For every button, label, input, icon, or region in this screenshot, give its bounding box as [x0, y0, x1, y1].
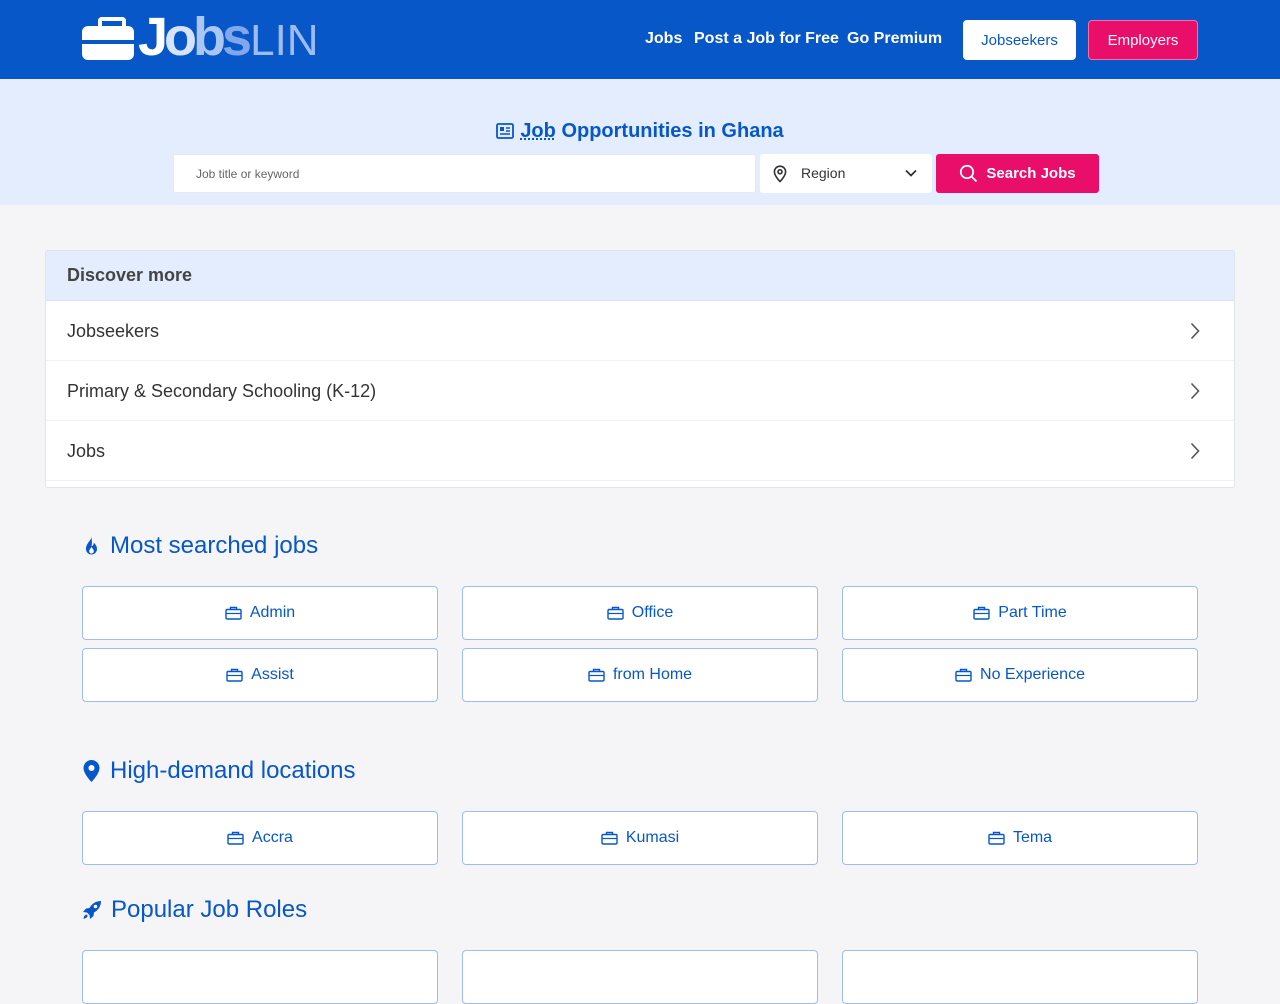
site-logo[interactable]: JobsLIN — [82, 7, 319, 67]
briefcase-outline-icon — [226, 668, 243, 682]
search-jobs-button[interactable]: Search Jobs — [936, 154, 1099, 193]
briefcase-outline-icon — [225, 606, 242, 620]
job-tag-label: Assist — [251, 666, 294, 683]
job-tag-label: Admin — [249, 604, 296, 621]
location-pin-icon — [773, 165, 787, 183]
hero-title-text: Opportunities in Ghana — [561, 120, 784, 142]
job-tag-from-home[interactable]: from Home — [462, 648, 818, 702]
chevron-down-icon — [905, 169, 917, 177]
job-tag-office[interactable]: Office — [462, 586, 818, 640]
discover-item-label: Jobseekers — [67, 321, 160, 341]
location-tag-label: Kumasi — [625, 829, 680, 846]
discover-item-jobseekers[interactable]: Jobseekers — [46, 301, 1234, 361]
briefcase-outline-icon — [607, 606, 624, 620]
briefcase-outline-icon — [601, 831, 618, 845]
job-search-input[interactable] — [173, 154, 756, 193]
job-tag-label: No Experience — [980, 666, 1085, 683]
discover-item-jobs[interactable]: Jobs — [46, 421, 1234, 481]
hero-title: Job Opportunities in Ghana — [0, 120, 1280, 143]
chevron-right-icon — [1190, 322, 1200, 340]
chevron-right-icon — [1190, 442, 1200, 460]
nav-link-post-job[interactable]: Post a Job for Free — [694, 30, 839, 48]
newspaper-icon — [496, 123, 515, 139]
job-tag-label: Office — [631, 604, 674, 621]
region-select[interactable]: Region — [760, 154, 932, 193]
logo-wordmark: JobsLIN — [138, 7, 319, 67]
role-tag[interactable] — [82, 950, 438, 1004]
briefcase-outline-icon — [973, 606, 990, 620]
rocket-icon — [83, 901, 101, 919]
top-navbar: JobsLIN Jobs Post a Job for Free Go Prem… — [0, 0, 1280, 79]
hero-title-abbr: Job — [520, 120, 556, 142]
location-tag-accra[interactable]: Accra — [82, 811, 438, 865]
search-icon — [960, 164, 978, 183]
job-tag-label: from Home — [612, 666, 693, 683]
section-title: Most searched jobs — [110, 532, 319, 559]
discover-item-label: Jobs — [67, 441, 106, 461]
location-tag-label: Tema — [1012, 829, 1053, 846]
job-tag-no-experience[interactable]: No Experience — [842, 648, 1198, 702]
location-tag-tema[interactable]: Tema — [842, 811, 1198, 865]
briefcase-outline-icon — [588, 668, 605, 682]
discover-more-card: Discover more Jobseekers Primary & Secon… — [45, 250, 1235, 488]
briefcase-icon — [82, 17, 134, 60]
job-tag-admin[interactable]: Admin — [82, 586, 438, 640]
nav-link-jobs[interactable]: Jobs — [645, 30, 682, 48]
job-tag-assist[interactable]: Assist — [82, 648, 438, 702]
discover-item-schooling[interactable]: Primary & Secondary Schooling (K-12) — [46, 361, 1234, 421]
briefcase-outline-icon — [988, 831, 1005, 845]
job-tag-label: Part Time — [998, 604, 1067, 621]
role-tag[interactable] — [842, 950, 1198, 1004]
section-title: Popular Job Roles — [111, 896, 308, 923]
employers-button[interactable]: Employers — [1088, 20, 1198, 60]
location-tag-kumasi[interactable]: Kumasi — [462, 811, 818, 865]
role-tag[interactable] — [462, 950, 818, 1004]
popular-roles-heading: Popular Job Roles — [82, 896, 307, 924]
locations-heading: High-demand locations — [82, 757, 355, 785]
most-searched-heading: Most searched jobs — [82, 532, 318, 560]
map-marker-icon — [83, 760, 100, 782]
briefcase-outline-icon — [955, 668, 972, 682]
jobseekers-button[interactable]: Jobseekers — [963, 20, 1076, 60]
job-tag-part-time[interactable]: Part Time — [842, 586, 1198, 640]
briefcase-outline-icon — [227, 831, 244, 845]
flame-icon — [86, 535, 97, 555]
nav-link-go-premium[interactable]: Go Premium — [847, 30, 942, 48]
location-tag-label: Accra — [252, 829, 293, 846]
region-select-value: Region — [801, 165, 846, 181]
section-title: High-demand locations — [110, 757, 356, 784]
search-jobs-label: Search Jobs — [986, 165, 1076, 182]
discover-more-heading: Discover more — [46, 251, 1234, 301]
discover-item-label: Primary & Secondary Schooling (K-12) — [67, 381, 377, 401]
chevron-right-icon — [1190, 382, 1200, 400]
